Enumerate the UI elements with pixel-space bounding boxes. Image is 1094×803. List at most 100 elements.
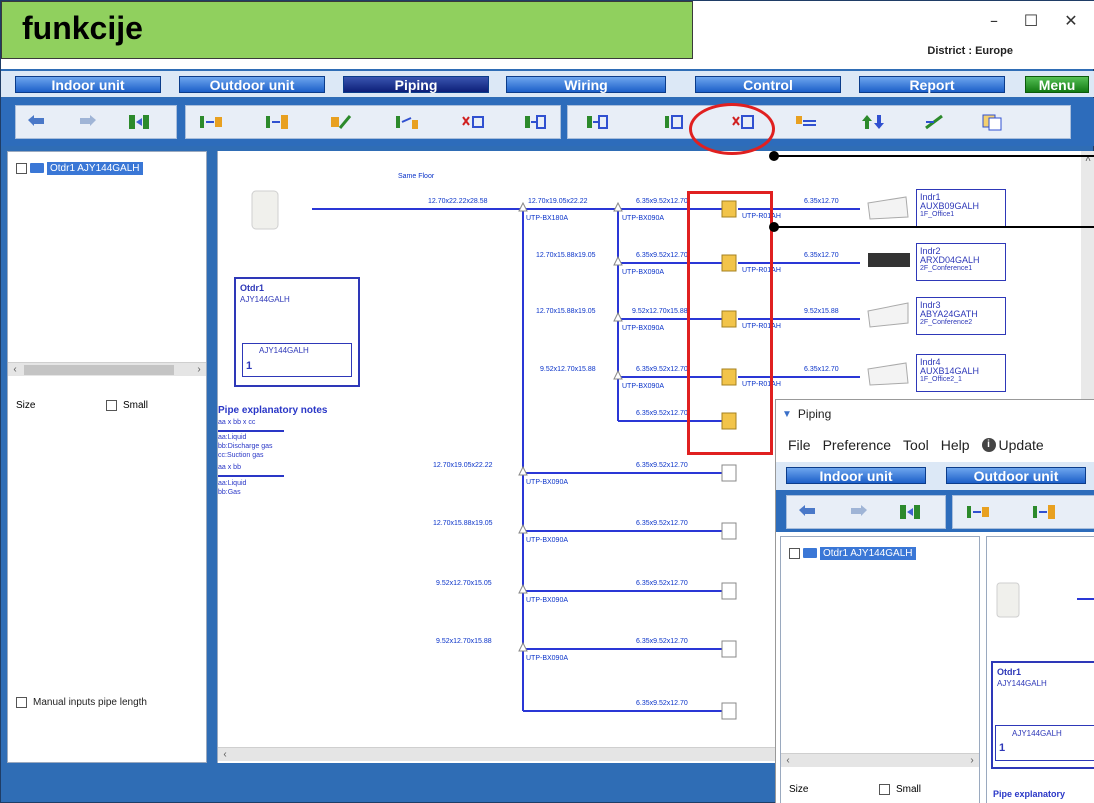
arrange-icon[interactable]: [520, 109, 550, 135]
add-header-icon[interactable]: [262, 109, 292, 135]
edit-pipe-icon[interactable]: [326, 109, 356, 135]
scroll-left-icon[interactable]: ‹: [8, 363, 22, 377]
highlight-rectangle: [687, 191, 773, 455]
sub-small-label: Small: [896, 783, 922, 795]
indoor-loc-2: 2F_Conference1: [920, 265, 973, 272]
notes-underline-a: [218, 430, 284, 432]
sub-otdr-model: AJY144GALH: [997, 679, 1047, 688]
sub-tab-indoor-unit[interactable]: Indoor unit: [786, 467, 926, 484]
main-tab-bar: Indoor unit Outdoor unit Piping Wiring C…: [1, 71, 1094, 97]
indoor-loc-3: 2F_Conference2: [920, 319, 973, 326]
extend-pipe-icon[interactable]: [792, 109, 822, 135]
notes-underline-b: [218, 475, 284, 477]
tab-piping[interactable]: Piping: [343, 76, 489, 93]
sub-size-label: Size: [789, 783, 809, 795]
indoor-unit-card-2[interactable]: Indr2 ARXD04GALH 2F_Conference1: [916, 243, 1006, 281]
redo-icon[interactable]: [72, 109, 102, 135]
sub-tree-item-label: Otdr1 AJY144GALH: [820, 546, 916, 560]
branch-kit-090-2: UTP-BX090A: [622, 269, 665, 276]
notes-b-liquid: aa:Liquid: [218, 480, 247, 487]
menu-button[interactable]: Menu: [1025, 76, 1089, 93]
close-button[interactable]: ✕: [1056, 11, 1086, 33]
sub-scroll-right-icon[interactable]: ›: [965, 754, 979, 768]
undo-icon[interactable]: [22, 109, 52, 135]
menu-tool[interactable]: Tool: [903, 437, 929, 453]
sub-diagram-canvas[interactable]: Otdr1 AJY144GALH AJY144GALH 1 Pipe expla…: [986, 536, 1094, 803]
tree-horizontal-scrollbar[interactable]: ‹ ›: [8, 362, 206, 376]
piping-sub-window: ▼ Piping File Preference Tool Help i Upd…: [775, 399, 1094, 803]
tree-item-otdr1[interactable]: Otdr1 AJY144GALH: [16, 160, 143, 176]
tree-checkbox[interactable]: [16, 162, 27, 174]
indoor-pipe-1: 6.35x12.70: [804, 198, 839, 205]
manual-length-checkbox[interactable]: [16, 697, 27, 708]
align-icon[interactable]: [658, 109, 688, 135]
connect-units-icon[interactable]: [392, 109, 422, 135]
branch-kit-090-6: UTP-BX090A: [526, 537, 569, 544]
indoor-model-1: AUXB09GALH: [920, 201, 980, 211]
row-pipe-6: 6.35x9.52x12.70: [636, 462, 688, 469]
tab-report[interactable]: Report: [859, 76, 1005, 93]
sub-scroll-left-icon[interactable]: ‹: [781, 754, 795, 768]
sub-unit-tree-panel: Otdr1 AJY144GALH ‹ › Size Small: [780, 536, 980, 803]
row-pipe-3: 9.52x12.70x15.88: [632, 308, 688, 315]
sub-small-checkbox[interactable]: [879, 783, 890, 795]
maximize-button[interactable]: ☐: [1016, 11, 1046, 33]
sub-size-row: Size Small: [781, 779, 981, 799]
tab-indoor-unit[interactable]: Indoor unit: [15, 76, 161, 93]
outdoor-unit-icon: [30, 163, 44, 173]
trunk-label-6: 12.70x15.88x19.05: [433, 520, 493, 527]
minimize-button[interactable]: –: [979, 11, 1009, 33]
row-pipe-10: 6.35x9.52x12.70: [636, 700, 688, 707]
tab-outdoor-unit[interactable]: Outdoor unit: [179, 76, 325, 93]
trunk-label-7: 9.52x12.70x15.05: [436, 580, 492, 587]
tree-item-label: Otdr1 AJY144GALH: [47, 161, 143, 175]
sub-swap-units-icon[interactable]: [895, 499, 925, 525]
delete-branch-icon[interactable]: [458, 109, 488, 135]
manual-length-label: Manual inputs pipe length: [33, 697, 147, 708]
rename-icon[interactable]: [920, 109, 950, 135]
menu-preference[interactable]: Preference: [823, 437, 891, 453]
tab-wiring[interactable]: Wiring: [506, 76, 666, 93]
indoor-unit-card-1[interactable]: Indr1 AUXB09GALH 1F_Office1: [916, 189, 1006, 227]
small-checkbox[interactable]: [106, 399, 117, 411]
sub-redo-icon[interactable]: [843, 499, 873, 525]
row-pipe-1: 6.35x9.52x12.70: [636, 198, 688, 205]
sub-tab-outdoor-unit[interactable]: Outdoor unit: [946, 467, 1086, 484]
row-pipe-2: 6.35x9.52x12.70: [636, 252, 688, 259]
tab-control[interactable]: Control: [695, 76, 841, 93]
menu-update[interactable]: i Update: [981, 437, 1044, 453]
sub-add-header-icon[interactable]: [1029, 499, 1059, 525]
indoor-unit-card-3[interactable]: Indr3 ABYA24GATH 2F_Conference2: [916, 297, 1006, 335]
indoor-pipe-3: 9.52x15.88: [804, 308, 839, 315]
sub-outdoor-unit-card[interactable]: Otdr1 AJY144GALH AJY144GALH 1: [991, 661, 1094, 769]
indoor-unit-card-4[interactable]: Indr4 AUXB14GALH 1F_Office2_1: [916, 354, 1006, 392]
sub-undo-icon[interactable]: [793, 499, 823, 525]
insert-branch-icon[interactable]: [582, 109, 612, 135]
menu-file[interactable]: File: [788, 437, 811, 453]
indoor-loc-1: 1F_Office1: [920, 211, 955, 218]
copy-layout-icon[interactable]: [978, 109, 1008, 135]
add-branch-icon[interactable]: [196, 109, 226, 135]
menu-help[interactable]: Help: [941, 437, 970, 453]
sub-tree-scrollbar[interactable]: ‹ ›: [781, 753, 979, 767]
swap-units-icon[interactable]: [124, 109, 154, 135]
move-up-down-icon[interactable]: [858, 109, 888, 135]
sub-otdr-inner-box: AJY144GALH 1: [995, 725, 1094, 761]
sub-tab-bar: Indoor unit Outdoor unit: [776, 462, 1094, 490]
indoor-pipe-4: 6.35x12.70: [804, 366, 839, 373]
sub-tree-checkbox[interactable]: [789, 547, 800, 559]
notes-a-discharge: bb:Discharge gas: [218, 443, 273, 450]
row-pipe-8: 6.35x9.52x12.70: [636, 580, 688, 587]
trunk-label-1: 12.70x19.05x22.22: [528, 198, 588, 205]
menu-update-label: Update: [998, 437, 1044, 453]
sub-tree-item-otdr1[interactable]: Otdr1 AJY144GALH: [789, 545, 916, 561]
pipe-notes-title: Pipe explanatory notes: [218, 405, 328, 416]
sub-add-branch-icon[interactable]: [963, 499, 993, 525]
scroll-right-icon[interactable]: ›: [192, 363, 206, 377]
branch-kit-090-1: UTP-BX090A: [622, 215, 665, 222]
main-pipe-label: 12.70x22.22x28.58: [428, 198, 488, 205]
branch-kit-090-7: UTP-BX090A: [526, 597, 569, 604]
row-pipe-9: 6.35x9.52x12.70: [636, 638, 688, 645]
scroll-thumb[interactable]: [24, 365, 174, 375]
trunk-label-3: 12.70x15.88x19.05: [536, 308, 596, 315]
